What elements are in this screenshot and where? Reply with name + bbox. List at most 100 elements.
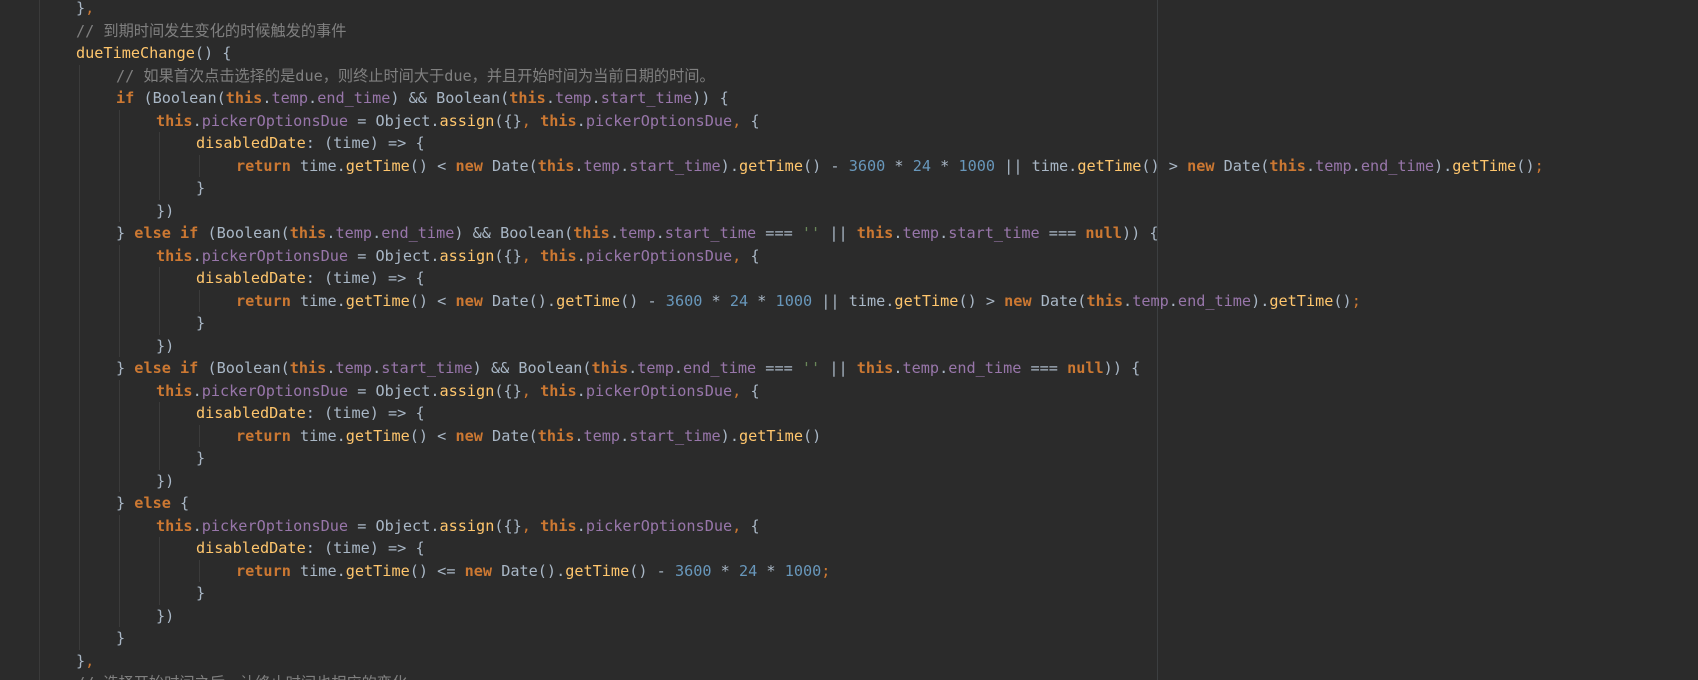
code-token-plain: Date( xyxy=(1223,156,1270,175)
code-token-field: start_time xyxy=(600,89,693,107)
indent-guide xyxy=(119,582,120,605)
code-line[interactable]: this.pickerOptionsDue = Object.assign({}… xyxy=(76,109,1544,132)
code-token-plain: time. xyxy=(300,156,346,175)
code-token-number: 24 xyxy=(738,561,758,580)
code-line[interactable]: return time.getTime() < new Date(this.te… xyxy=(76,424,1544,447)
code-token-method: disabledDate xyxy=(196,404,306,422)
code-token-field: start_time xyxy=(381,359,473,377)
code-line[interactable]: } xyxy=(76,177,1544,200)
code-line[interactable]: }) xyxy=(76,604,1544,627)
code-token-keyword: this xyxy=(540,111,577,130)
indent-guide xyxy=(159,154,160,177)
indent-guide xyxy=(79,514,80,537)
code-token-keyword: this xyxy=(156,381,193,400)
code-line[interactable]: } xyxy=(76,627,1544,650)
indent-guide xyxy=(119,132,120,155)
code-line[interactable]: }) xyxy=(76,469,1544,492)
code-token-plain: } xyxy=(196,179,206,197)
code-token-keyword: this xyxy=(591,359,629,377)
code-token-plain: () < xyxy=(409,156,456,175)
code-token-plain: * xyxy=(711,561,739,580)
code-token-punct: , xyxy=(732,111,751,130)
code-line[interactable]: dueTimeChange() { xyxy=(76,42,1544,65)
indent-guide xyxy=(79,492,80,515)
indent-guide xyxy=(159,267,160,290)
code-token-plain: . xyxy=(576,246,586,265)
code-token-plain: . xyxy=(574,156,584,175)
code-token-keyword: this xyxy=(225,89,263,107)
indent-guide xyxy=(79,267,80,290)
code-token-keyword: new xyxy=(455,426,493,445)
code-line[interactable]: }, xyxy=(76,0,1544,20)
code-token-plain: () { xyxy=(194,44,232,62)
code-token-keyword: this xyxy=(537,426,575,445)
code-line[interactable]: } xyxy=(76,582,1544,605)
code-line[interactable]: }, xyxy=(76,650,1544,673)
code-token-plain: * xyxy=(931,156,959,175)
code-token-plain: . xyxy=(545,89,555,107)
code-token-field: temp xyxy=(554,89,592,107)
indent-guide xyxy=(79,199,80,222)
code-line[interactable]: } else { xyxy=(76,492,1544,515)
code-line[interactable]: return time.getTime() < new Date().getTi… xyxy=(76,289,1544,312)
code-area[interactable]: },// 到期时间发生变化的时候触发的事件 dueTimeChange() {//… xyxy=(76,0,1544,680)
code-line[interactable]: this.pickerOptionsDue = Object.assign({}… xyxy=(76,379,1544,402)
gutter-divider xyxy=(39,0,40,680)
code-token-plain: time. xyxy=(300,561,346,580)
indent-guide xyxy=(79,447,80,470)
code-line[interactable]: this.pickerOptionsDue = Object.assign({}… xyxy=(76,244,1544,267)
code-token-plain: )) { xyxy=(1121,224,1159,242)
code-token-plain: . xyxy=(1351,156,1361,175)
indent-guide xyxy=(79,379,80,402)
code-token-field: pickerOptionsDue xyxy=(201,381,349,400)
code-token-plain: () > xyxy=(1141,156,1188,175)
code-token-plain: ) && Boolean( xyxy=(390,89,510,107)
code-token-plain: ({} xyxy=(494,381,522,400)
code-line[interactable]: if (Boolean(this.temp.end_time) && Boole… xyxy=(76,87,1544,110)
code-token-plain: = Object. xyxy=(348,111,440,130)
indent-guide xyxy=(199,289,200,312)
code-editor[interactable]: },// 到期时间发生变化的时候触发的事件 dueTimeChange() {//… xyxy=(0,0,1698,680)
code-token-comment: // 到期时间发生变化的时候触发的事件 xyxy=(76,21,347,40)
indent-guide xyxy=(159,582,160,605)
code-token-plain: } xyxy=(196,314,206,332)
code-line[interactable]: } xyxy=(76,447,1544,470)
code-token-plain: ). xyxy=(1433,156,1453,175)
code-token-plain: () xyxy=(1516,156,1535,175)
code-line[interactable]: disabledDate: (time) => { xyxy=(76,402,1544,425)
code-token-method: assign xyxy=(439,246,495,265)
code-token-plain: . xyxy=(620,156,630,175)
code-token-plain: () < xyxy=(409,426,456,445)
code-token-method: getTime xyxy=(738,426,803,445)
code-line[interactable]: // 选择开始时间之后，让终止时间也相应的变化 xyxy=(76,672,1544,680)
code-line[interactable]: disabledDate: (time) => { xyxy=(76,132,1544,155)
code-token-keyword: null xyxy=(1085,224,1122,242)
code-line[interactable]: } xyxy=(76,312,1544,335)
code-line[interactable]: // 如果首次点击选择的是due，则终止时间大于due，并且开始时间为当前日期的… xyxy=(76,64,1544,87)
code-token-plain: === xyxy=(1021,359,1068,377)
code-line[interactable]: }) xyxy=(76,199,1544,222)
code-token-keyword: return xyxy=(236,561,301,580)
code-line[interactable]: // 到期时间发生变化的时候触发的事件 xyxy=(76,20,1544,43)
code-line[interactable]: disabledDate: (time) => { xyxy=(76,537,1544,560)
code-line[interactable]: }) xyxy=(76,334,1544,357)
code-token-field: pickerOptionsDue xyxy=(585,381,733,400)
code-line[interactable]: return time.getTime() < new Date(this.te… xyxy=(76,154,1544,177)
code-line[interactable]: disabledDate: (time) => { xyxy=(76,267,1544,290)
code-token-plain: . xyxy=(308,89,318,107)
code-line[interactable]: this.pickerOptionsDue = Object.assign({}… xyxy=(76,514,1544,537)
code-token-plain: )) { xyxy=(692,89,729,107)
code-token-plain: . xyxy=(1305,156,1316,175)
indent-guide xyxy=(79,424,80,447)
code-token-plain: } xyxy=(76,651,86,670)
code-line[interactable]: } else if (Boolean(this.temp.end_time) &… xyxy=(76,222,1544,245)
code-line[interactable]: } else if (Boolean(this.temp.start_time)… xyxy=(76,357,1544,380)
code-token-plain: () - xyxy=(629,561,675,580)
code-line[interactable]: return time.getTime() <= new Date().getT… xyxy=(76,559,1544,582)
code-token-number: 24 xyxy=(912,156,932,175)
code-token-number: 1000 xyxy=(958,156,996,175)
code-token-plain: { xyxy=(750,111,760,130)
code-token-punct: , xyxy=(521,516,541,535)
indent-guide xyxy=(159,537,160,560)
code-token-keyword: this xyxy=(289,359,327,377)
